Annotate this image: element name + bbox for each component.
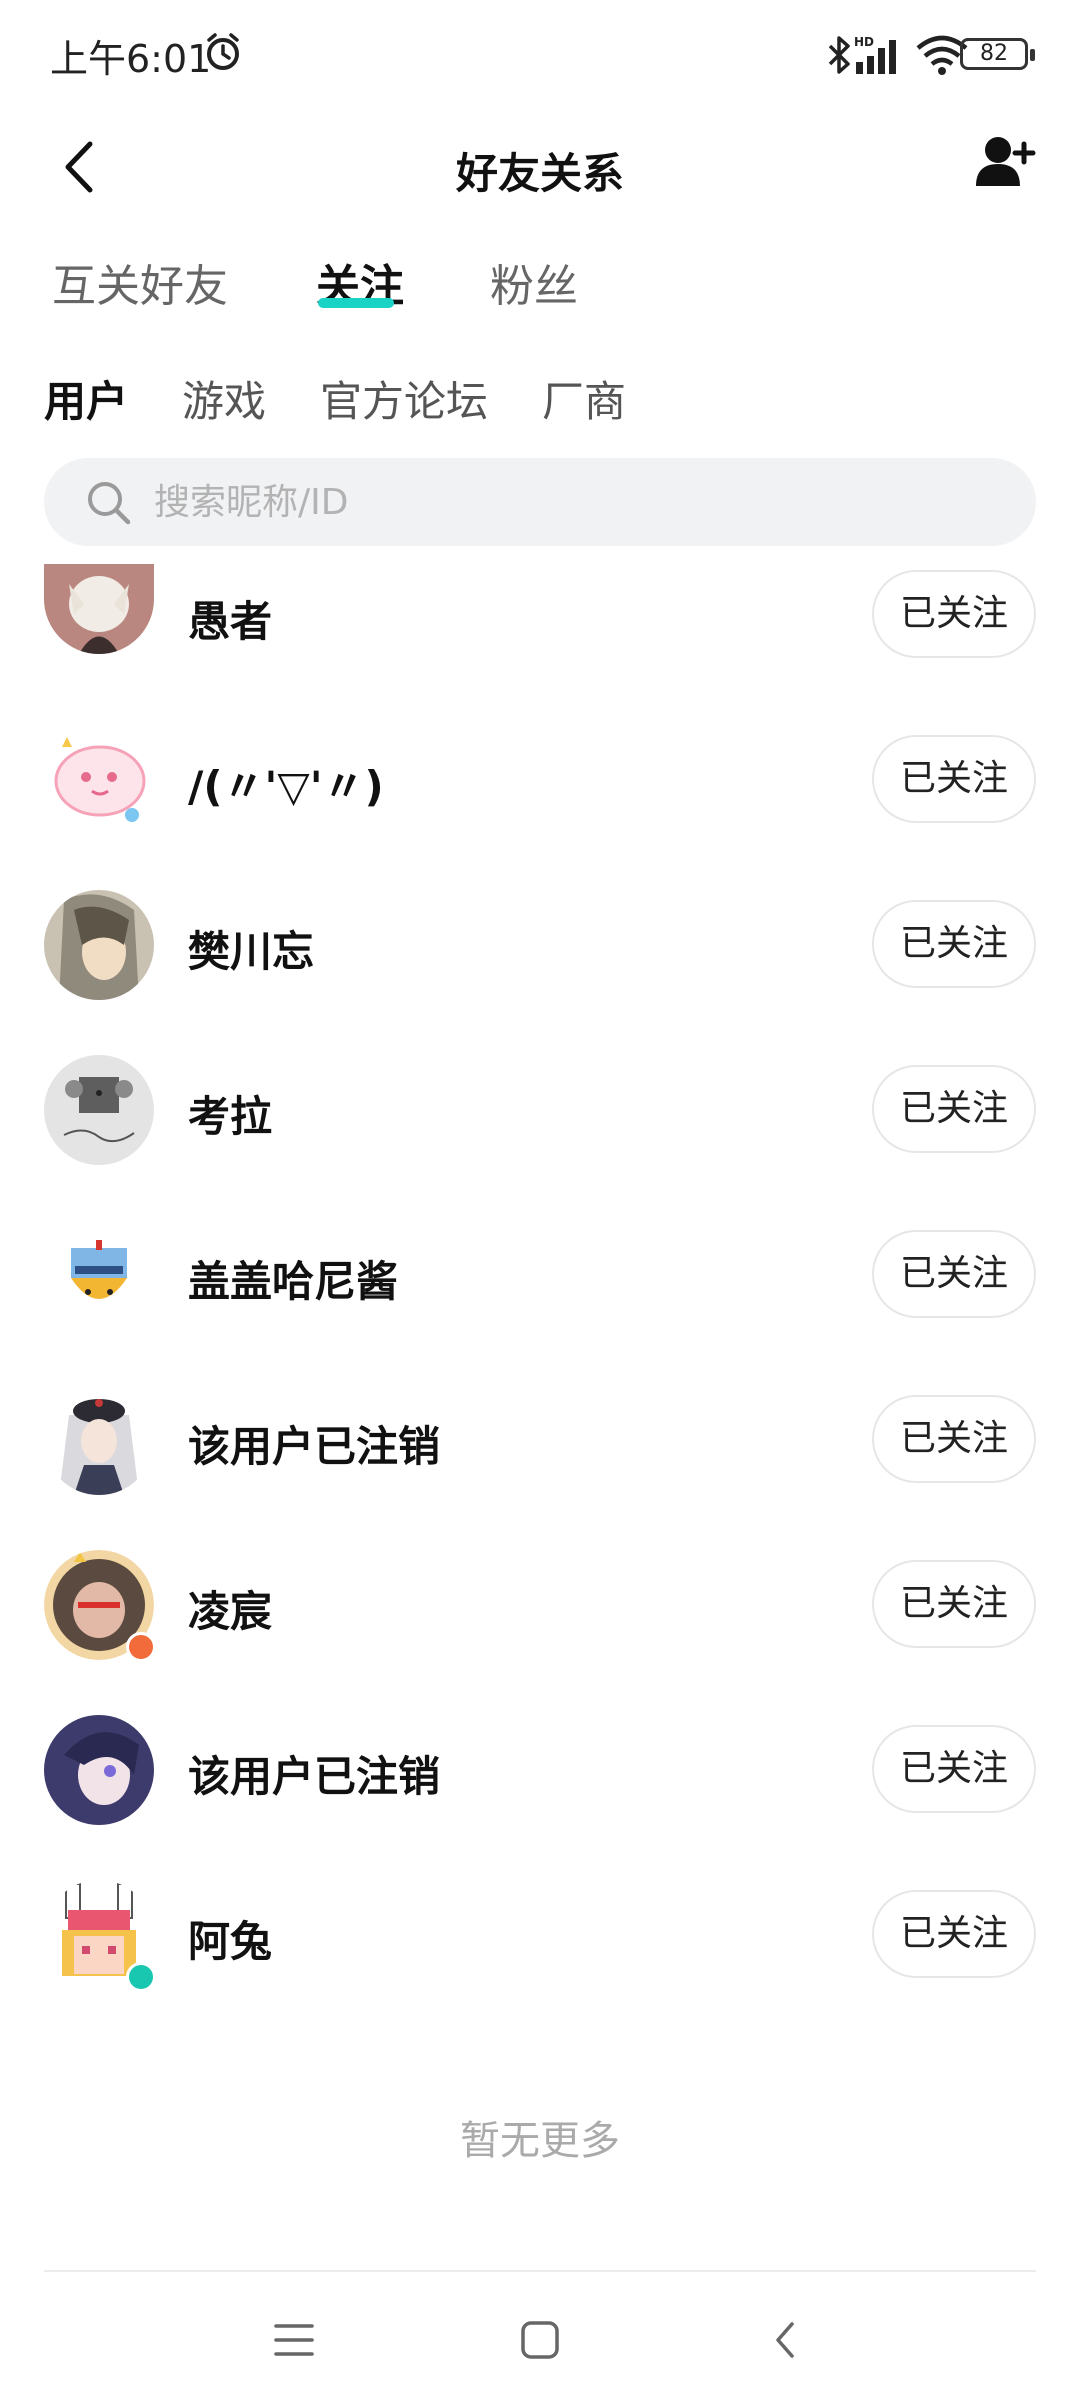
avatar bbox=[44, 1385, 154, 1495]
following-button[interactable]: 已关注 bbox=[872, 1725, 1036, 1813]
avatar bbox=[44, 1880, 156, 1992]
username: 愚者 bbox=[188, 597, 273, 646]
avatar bbox=[44, 725, 154, 835]
system-nav-bar bbox=[0, 2280, 1080, 2400]
svg-text:HD: HD bbox=[854, 35, 874, 49]
search-input[interactable] bbox=[154, 458, 954, 546]
avatar bbox=[44, 1220, 154, 1330]
subtab-games[interactable]: 游戏 bbox=[182, 368, 266, 429]
following-button[interactable]: 已关注 bbox=[872, 1065, 1036, 1153]
avatar bbox=[44, 564, 154, 654]
username: 阿兔 bbox=[188, 1917, 273, 1966]
status-bar: 上午6:01 HD 82 bbox=[0, 0, 1080, 110]
relation-tabs: 互关好友 关注 粉丝 bbox=[0, 240, 1080, 320]
home-icon[interactable] bbox=[520, 2320, 560, 2360]
status-time: 上午6:01 bbox=[50, 37, 212, 81]
username: 凌宸 bbox=[188, 1587, 273, 1636]
avatar bbox=[44, 1550, 156, 1662]
alarm-icon bbox=[207, 33, 239, 70]
username: /(〃'▽'〃) bbox=[188, 762, 384, 811]
list-item[interactable]: 樊川忘 已关注 bbox=[0, 890, 1080, 1055]
category-tabs: 用户 游戏 官方论坛 厂商 bbox=[0, 360, 1080, 440]
search-icon bbox=[88, 482, 131, 525]
list-item[interactable]: 凌宸 已关注 bbox=[0, 1550, 1080, 1715]
list-item[interactable]: 考拉 已关注 bbox=[0, 1055, 1080, 1220]
verified-badge-icon bbox=[126, 1962, 156, 1992]
following-button[interactable]: 已关注 bbox=[872, 1395, 1036, 1483]
header: 好友关系 bbox=[0, 110, 1080, 220]
back-nav-icon[interactable] bbox=[770, 2320, 800, 2360]
username: 该用户已注销 bbox=[188, 1752, 441, 1801]
following-button[interactable]: 已关注 bbox=[872, 1230, 1036, 1318]
active-tab-indicator bbox=[318, 298, 394, 308]
username: 盖盖哈尼酱 bbox=[188, 1257, 399, 1306]
following-button[interactable]: 已关注 bbox=[872, 1560, 1036, 1648]
list-item[interactable]: 盖盖哈尼酱 已关注 bbox=[0, 1220, 1080, 1385]
battery-indicator: 82 bbox=[960, 38, 1035, 70]
page-title: 好友关系 bbox=[455, 149, 624, 198]
subtab-users[interactable]: 用户 bbox=[44, 368, 128, 429]
following-button[interactable]: 已关注 bbox=[872, 735, 1036, 823]
subtab-official-forum[interactable]: 官方论坛 bbox=[320, 368, 488, 429]
avatar bbox=[44, 1715, 154, 1825]
creator-badge-icon bbox=[126, 1632, 156, 1662]
list-item[interactable]: 阿兔 已关注 bbox=[0, 1880, 1080, 2045]
no-more-label: 暂无更多 bbox=[460, 2118, 620, 2164]
subtab-vendors[interactable]: 厂商 bbox=[542, 368, 626, 429]
list-item[interactable]: 愚者 已关注 bbox=[0, 560, 1080, 725]
list-item[interactable]: /(〃'▽'〃) 已关注 bbox=[0, 725, 1080, 890]
list-item[interactable]: 该用户已注销 已关注 bbox=[0, 1385, 1080, 1550]
list-item[interactable]: 该用户已注销 已关注 bbox=[0, 1715, 1080, 1880]
username: 考拉 bbox=[188, 1092, 273, 1141]
avatar bbox=[44, 1055, 154, 1165]
tab-mutual-friends[interactable]: 互关好友 bbox=[52, 250, 228, 314]
username: 樊川忘 bbox=[188, 927, 315, 976]
tab-fans[interactable]: 粉丝 bbox=[490, 250, 578, 314]
following-button[interactable]: 已关注 bbox=[872, 900, 1036, 988]
following-button[interactable]: 已关注 bbox=[872, 570, 1036, 658]
add-friend-icon[interactable] bbox=[970, 128, 1040, 198]
following-button[interactable]: 已关注 bbox=[872, 1890, 1036, 1978]
search-bar bbox=[44, 458, 1036, 546]
bluetooth-icon bbox=[828, 36, 850, 74]
menu-icon[interactable] bbox=[272, 2320, 316, 2360]
divider bbox=[44, 2270, 1036, 2272]
avatar bbox=[44, 890, 154, 1000]
signal-icon: HD bbox=[854, 35, 896, 74]
username: 该用户已注销 bbox=[188, 1422, 441, 1471]
